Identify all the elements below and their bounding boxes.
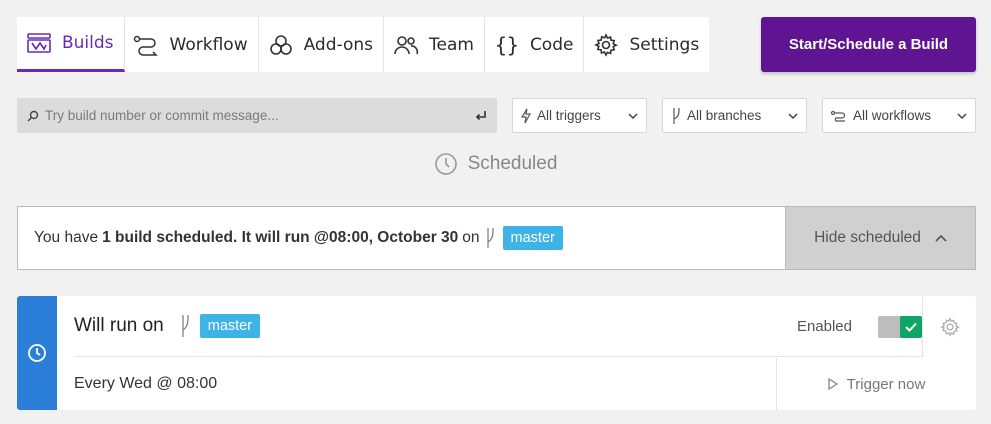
tab-addons[interactable]: Add-ons (258, 17, 384, 72)
scheduled-heading-text: Scheduled (467, 153, 558, 174)
schedule-card: Will run on master Enabled Every Wed @ 0… (17, 296, 976, 410)
tab-code[interactable]: {} Code (484, 17, 585, 72)
clock-icon (27, 343, 47, 363)
tab-label: Settings (629, 34, 700, 55)
play-icon (828, 378, 838, 390)
scheduled-banner: You have 1 build scheduled. It will run … (17, 206, 976, 270)
banner-message: You have 1 build scheduled. It will run … (18, 207, 785, 269)
hide-scheduled-button[interactable]: Hide scheduled (785, 207, 975, 269)
search-icon (27, 110, 39, 122)
gear-icon (939, 316, 960, 337)
branches-filter[interactable]: All branches (662, 98, 807, 133)
check-icon (900, 316, 922, 338)
recurrence-text: Every Wed @ 08:00 (74, 375, 218, 392)
trigger-now-label: Trigger now (846, 375, 926, 393)
card-status-bar (17, 296, 57, 410)
triggers-filter-label: All triggers (537, 108, 601, 123)
branch-tag: master (199, 314, 261, 338)
workflow-icon (133, 31, 161, 59)
trigger-now-button[interactable]: Trigger now (776, 358, 976, 410)
tab-team[interactable]: Team (384, 17, 485, 72)
chevron-down-icon (788, 112, 798, 119)
tab-workflow[interactable]: Workflow (124, 17, 259, 72)
branch-icon (485, 227, 495, 249)
enabled-label: Enabled (796, 318, 852, 335)
banner-bold-text: 1 build scheduled. It will run @08:00, O… (102, 229, 459, 246)
branch-tag: master (502, 226, 563, 250)
chevron-down-icon (957, 112, 967, 119)
workflows-filter[interactable]: All workflows (822, 98, 976, 133)
tab-label: Code (529, 34, 574, 55)
tab-settings[interactable]: Settings (584, 17, 710, 72)
search-input[interactable] (45, 108, 475, 123)
triggers-filter[interactable]: All triggers (512, 98, 647, 133)
start-schedule-build-button[interactable]: Start/Schedule a Build (761, 17, 976, 72)
scheduled-heading: Scheduled (0, 152, 991, 176)
workflow-icon (831, 110, 847, 122)
banner-prefix: You have (34, 229, 99, 246)
lightning-icon (521, 108, 531, 124)
main-tabs: Builds Workflow Add-ons Team {} Code Set… (17, 17, 710, 72)
tab-label: Workflow (169, 34, 248, 55)
chevron-up-icon (935, 234, 947, 242)
branches-filter-label: All branches (687, 108, 762, 123)
tab-label: Add-ons (303, 34, 373, 55)
tab-label: Team (429, 34, 474, 55)
workflows-filter-label: All workflows (853, 108, 932, 123)
card-title: Will run on (74, 315, 164, 336)
enabled-toggle[interactable] (878, 316, 922, 338)
tab-builds[interactable]: Builds (17, 17, 125, 72)
builds-icon (25, 29, 53, 57)
search-box (17, 98, 497, 133)
enter-icon[interactable] (475, 110, 487, 122)
branch-icon (180, 314, 190, 338)
code-braces-icon: {} (494, 32, 519, 57)
card-settings-button[interactable] (922, 296, 976, 357)
branch-icon (671, 107, 681, 125)
chevron-down-icon (628, 112, 638, 119)
tab-label: Builds (62, 33, 114, 53)
gear-icon (592, 31, 620, 59)
banner-on: on (462, 229, 480, 246)
clock-icon (434, 152, 458, 176)
hide-scheduled-label: Hide scheduled (814, 229, 921, 246)
addons-icon (267, 31, 295, 59)
team-icon (392, 31, 420, 59)
card-header: Will run on master Enabled (74, 296, 922, 357)
